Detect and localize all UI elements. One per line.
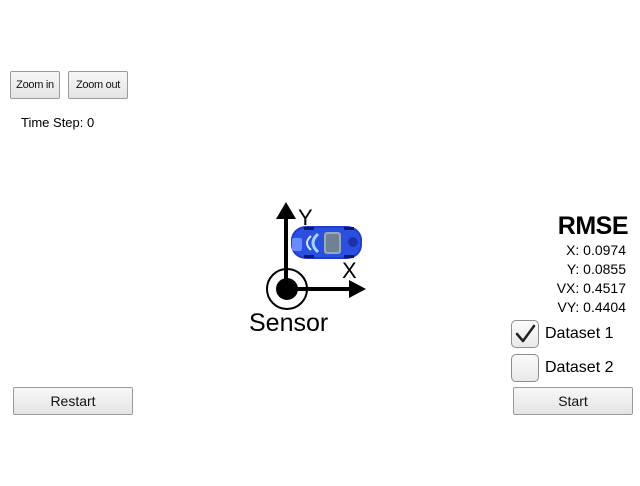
checkmark-icon: [515, 324, 536, 343]
rmse-vy-value: VY: 0.4404: [557, 299, 626, 315]
rmse-vx-value: VX: 0.4517: [556, 280, 626, 296]
dataset-2-label: Dataset 2: [545, 359, 614, 376]
rmse-y-value: Y: 0.0855: [566, 261, 626, 277]
axis-x-label: X: [342, 258, 357, 283]
rmse-title: RMSE: [557, 212, 629, 240]
rmse-x-value: X: 0.0974: [566, 242, 626, 258]
dataset-2-checkbox[interactable]: [511, 354, 539, 382]
dataset-1-label: Dataset 1: [545, 325, 614, 342]
start-button[interactable]: Start: [513, 387, 633, 415]
restart-button[interactable]: Restart: [13, 387, 133, 415]
car-icon: [291, 226, 362, 259]
dataset-1-checkbox[interactable]: [511, 320, 539, 348]
dataset-1-option[interactable]: Dataset 1: [511, 320, 613, 348]
simulator-window: Zoom in Zoom out Time Step: 0 Y X Sensor: [0, 0, 640, 486]
sensor-label: Sensor: [249, 309, 328, 337]
dataset-2-option[interactable]: Dataset 2: [511, 354, 613, 382]
